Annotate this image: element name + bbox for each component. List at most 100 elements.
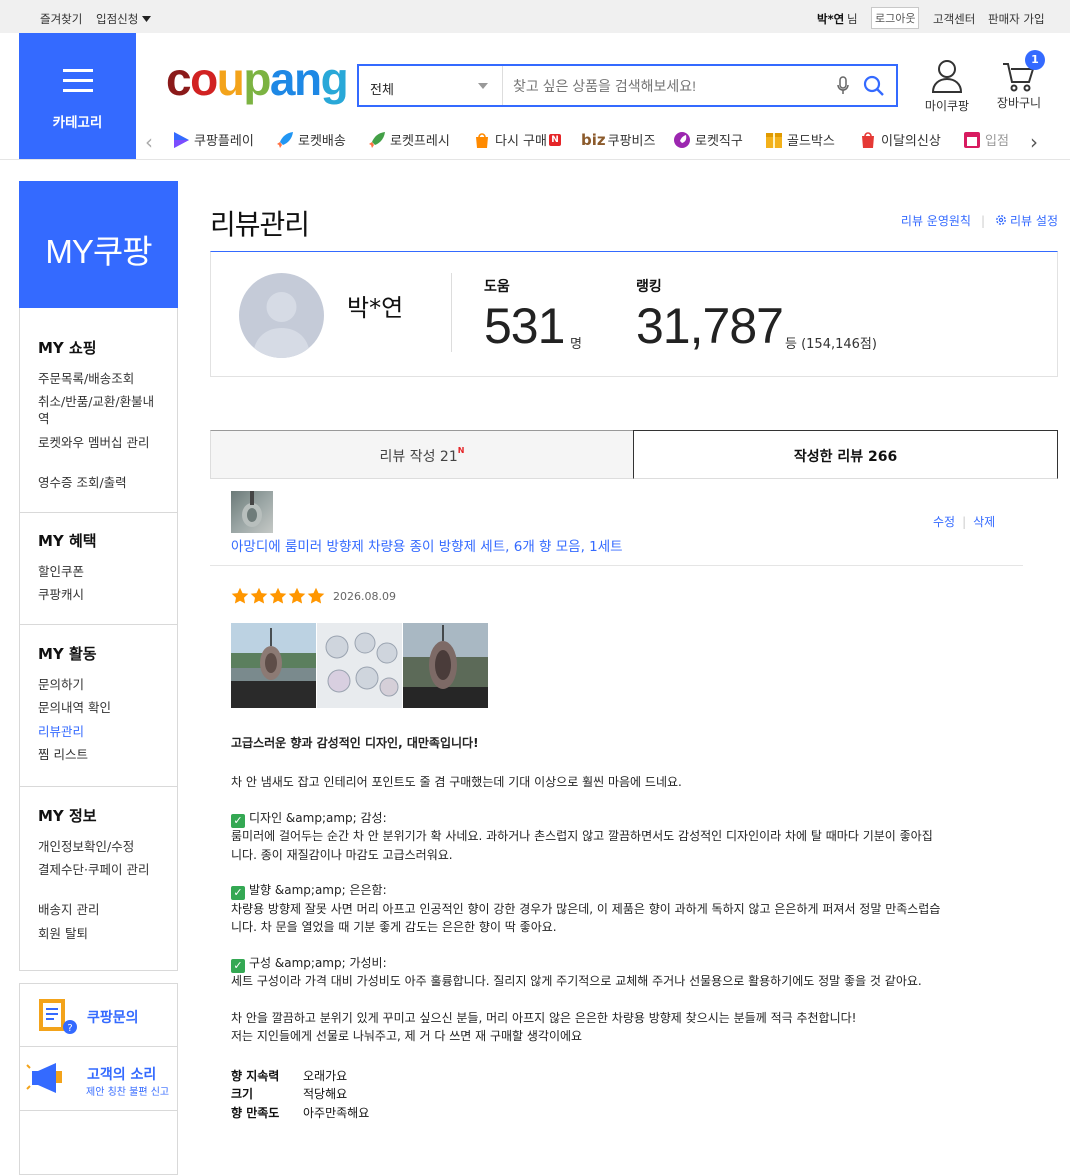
quick-link-goldbox[interactable]: 골드박스 (765, 130, 835, 149)
profile-card: 박*연 도움 531 명 랭킹 31,787 등 (154,146점) (210, 251, 1058, 377)
tab-write-label: 리뷰 작성 21 (379, 449, 458, 465)
sidebar-item-inquiry[interactable]: 문의하기 (38, 676, 158, 693)
category-button[interactable]: 카테고리 (19, 33, 136, 159)
header-divider (0, 159, 1070, 160)
product-name-link[interactable]: 아망디에 룸미러 방향제 차량용 종이 방향제 세트, 6개 향 모음, 1세트 (231, 535, 623, 555)
cart-count-badge: 1 (1025, 50, 1045, 70)
review-point-2-line: 차량용 방향제 잘못 사면 머리 아프고 인공적인 향이 강한 경우가 많은데,… (231, 902, 941, 916)
sidebar-item-coupons[interactable]: 할인쿠폰 (38, 563, 158, 580)
quick-link-rocket-delivery[interactable]: 로켓배송 (276, 130, 346, 149)
sidebar-item-cancel-return[interactable]: 취소/반품/교환/환불내역 (38, 393, 158, 427)
help-unit: 명 (570, 337, 582, 352)
review-photo[interactable] (231, 623, 316, 708)
review-photo-image (231, 623, 316, 708)
check-icon: ✓ (231, 814, 245, 828)
quick-links-bar: ‹ 쿠팡플레이 로켓배송 로켓프레시 다시 구매 N biz 쿠팡비즈 로켓직구 골… (145, 128, 1050, 158)
review-settings-link[interactable]: 리뷰 설정 (1010, 214, 1058, 228)
customer-center-link[interactable]: 고객센터 (933, 11, 975, 27)
edit-review-button[interactable]: 수정 (933, 515, 955, 529)
rocket-icon (277, 131, 293, 148)
logout-button[interactable]: 로그아웃 (871, 7, 920, 29)
sidebar-item-review-manage[interactable]: 리뷰관리 (38, 723, 158, 740)
star-icon (307, 587, 325, 604)
quick-link-coupang-play[interactable]: 쿠팡플레이 (172, 130, 254, 149)
tab-written-reviews[interactable]: 작성한 리뷰 266 (633, 430, 1058, 479)
section-title: MY 활동 (38, 645, 97, 663)
sidebar-item-wishlist[interactable]: 찜 리스트 (38, 746, 158, 763)
quick-link-label: 로켓배송 (298, 134, 346, 149)
inquiry-document-icon: ? (39, 999, 77, 1034)
search-icon[interactable] (863, 75, 885, 97)
hamburger-icon (63, 69, 93, 99)
quick-link-label: 쿠팡비즈 (607, 134, 656, 149)
gear-icon[interactable] (995, 214, 1007, 226)
sidebar-item-wow-membership[interactable]: 로켓와우 멤버십 관리 (38, 434, 158, 451)
rank-label: 랭킹 (636, 279, 662, 295)
quick-link-new-arrivals[interactable]: 이달의신상 (859, 130, 941, 149)
sidebar-item-payment[interactable]: 결제수단·쿠페이 관리 (38, 861, 158, 878)
tab-written-label: 작성한 리뷰 266 (793, 449, 898, 465)
sidebar-item-receipt[interactable]: 영수증 조회/출력 (38, 474, 158, 491)
user-icon (931, 60, 963, 93)
quick-link-label: 로켓프레시 (390, 134, 450, 149)
quick-link-label: 쿠팡플레이 (194, 134, 254, 149)
chevron-left-icon[interactable]: ‹ (145, 132, 153, 152)
rocket-direct-icon (674, 131, 690, 148)
repurchase-icon (476, 132, 488, 148)
search-scope-value: 전체 (370, 83, 394, 98)
seller-join-link[interactable]: 판매자 가입 (988, 11, 1045, 27)
bookmark-link[interactable]: 즐겨찾기 (40, 11, 82, 27)
customer-voice-banner[interactable]: 고객의 소리 제안 칭찬 불편 신고 (19, 1047, 178, 1111)
review-tabs: 리뷰 작성 21N 작성한 리뷰 266 (210, 430, 1058, 479)
chevron-right-icon[interactable]: › (1030, 132, 1038, 152)
quick-link-coupang-biz[interactable]: biz 쿠팡비즈 (581, 130, 656, 150)
survey-row: 크기 적당해요 (231, 1087, 348, 1101)
help-count: 531 (484, 298, 565, 354)
sidebar-section-info: MY 정보 개인정보확인/수정 결제수단·쿠페이 관리 배송지 관리 회원 탈퇴 (19, 787, 178, 971)
customer-voice-sub: 제안 칭찬 불편 신고 (86, 1087, 170, 1098)
my-coupang-label: 마이쿠팡 (924, 99, 970, 113)
search-scope-select[interactable]: 전체 (359, 66, 503, 105)
seller-apply-link[interactable]: 입점신청 (96, 11, 151, 27)
product-thumbnail[interactable] (231, 491, 273, 533)
tab-write-review[interactable]: 리뷰 작성 21N (210, 430, 634, 479)
star-icon (250, 587, 268, 604)
review-point-3-title: ✓ 구성 &amp;amp; 가성비: (231, 954, 387, 973)
rank-value: 31,787 (636, 298, 784, 354)
sidebar-item-address[interactable]: 배송지 관리 (38, 901, 158, 918)
review-point-2-title: ✓ 발향 &amp;amp; 은은함: (231, 881, 387, 900)
quick-link-label: 이달의신상 (881, 134, 941, 149)
product-image (242, 491, 262, 527)
sidebar-item-profile[interactable]: 개인정보확인/수정 (38, 838, 158, 855)
cart-button[interactable]: 1 장바구니 (990, 50, 1048, 111)
user-name: 박*연 (817, 12, 845, 26)
review-policy-link[interactable]: 리뷰 운영원칙 (901, 214, 971, 228)
sidebar-item-cash[interactable]: 쿠팡캐시 (38, 586, 158, 603)
quick-link-store[interactable]: 입점 (963, 130, 1009, 149)
coupang-inquiry-banner[interactable]: ? 쿠팡문의 (19, 983, 178, 1047)
microphone-icon[interactable] (837, 76, 849, 96)
profile-divider (451, 273, 452, 352)
coupang-logo[interactable]: coupang (166, 56, 349, 102)
star-rating (231, 587, 326, 605)
sidebar-section-shopping: MY 쇼핑 주문목록/배송조회 취소/반품/교환/환불내역 로켓와우 멤버십 관… (19, 308, 178, 513)
star-icon (288, 587, 306, 604)
coupang-inquiry-label: 쿠팡문의 (87, 1010, 139, 1026)
review-headline: 고급스러운 향과 감성적인 디자인, 대만족입니다! (231, 736, 479, 750)
section-title: MY 정보 (38, 807, 97, 825)
profile-name: 박*연 (347, 294, 404, 322)
quick-link-rocket-direct[interactable]: 로켓직구 (673, 130, 743, 149)
delete-review-button[interactable]: 삭제 (973, 515, 995, 529)
sidebar-item-orders[interactable]: 주문목록/배송조회 (38, 370, 158, 387)
review-photo[interactable] (403, 623, 488, 708)
store-icon (964, 131, 980, 148)
quick-link-repurchase[interactable]: 다시 구매 N (473, 130, 561, 149)
my-coupang-button[interactable]: 마이쿠팡 (921, 58, 973, 114)
quick-link-rocket-fresh[interactable]: 로켓프레시 (368, 130, 450, 149)
search-input[interactable] (513, 78, 813, 94)
sidebar-item-withdraw[interactable]: 회원 탈퇴 (38, 925, 158, 942)
my-coupang-header[interactable]: MY쿠팡 (19, 181, 178, 308)
quick-link-label: 다시 구매 (495, 134, 547, 149)
sidebar-item-inquiry-history[interactable]: 문의내역 확인 (38, 699, 158, 716)
review-photo[interactable] (317, 623, 402, 708)
